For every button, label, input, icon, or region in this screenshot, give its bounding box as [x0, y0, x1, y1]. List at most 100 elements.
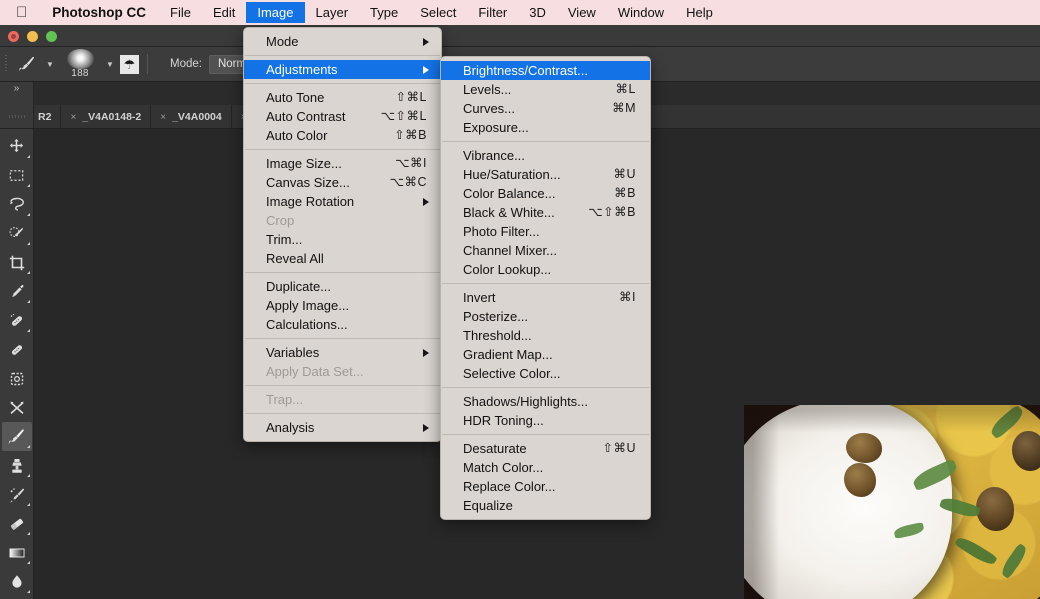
adjustments-menu-item-brightness-contrast[interactable]: Brightness/Contrast...	[441, 61, 650, 80]
patch-tool[interactable]	[2, 335, 32, 364]
adjustments-menu-item-black-white[interactable]: Black & White... ⌥⇧⌘B	[441, 203, 650, 222]
brush-panel-chevron-down-icon[interactable]: ▼	[102, 47, 118, 82]
menu-type[interactable]: Type	[359, 2, 409, 23]
move-tool[interactable]	[2, 132, 32, 161]
brush-size-preview[interactable]: 188	[58, 47, 102, 82]
menu-item-label: Reveal All	[266, 251, 324, 266]
crop-tool[interactable]	[2, 248, 32, 277]
image-menu-item-duplicate[interactable]: Duplicate...	[244, 277, 441, 296]
adjustments-menu-item-channel-mixer[interactable]: Channel Mixer...	[441, 241, 650, 260]
document-tab[interactable]: R2	[34, 105, 62, 128]
minimize-button[interactable]	[27, 31, 38, 42]
adjustments-menu-item-desaturate[interactable]: Desaturate ⇧⌘U	[441, 439, 650, 458]
menu-file[interactable]: File	[159, 2, 202, 23]
lasso-tool[interactable]	[2, 190, 32, 219]
history-brush-tool[interactable]	[2, 480, 32, 509]
rectangular-marquee-tool[interactable]	[2, 161, 32, 190]
image-menu-item-adjustments[interactable]: Adjustments	[244, 60, 441, 79]
menu-item-shortcut: ⌥⌘I	[395, 156, 427, 170]
menu-item-label: Auto Color	[266, 128, 328, 143]
menu-3d[interactable]: 3D	[518, 2, 557, 23]
eyedropper-tool[interactable]	[2, 277, 32, 306]
menu-item-label: Desaturate	[463, 441, 527, 456]
image-menu-item-auto-contrast[interactable]: Auto Contrast ⌥⇧⌘L	[244, 107, 441, 126]
adjustments-menu-item-shadows-highlights[interactable]: Shadows/Highlights...	[441, 392, 650, 411]
brush-preset-chevron-down-icon[interactable]: ▼	[42, 47, 58, 82]
toolbar-grip[interactable]	[0, 105, 34, 128]
adjustments-menu-item-threshold[interactable]: Threshold...	[441, 326, 650, 345]
zoom-button[interactable]	[46, 31, 57, 42]
menu-item-label: Invert	[463, 290, 496, 305]
adjustments-menu-item-equalize[interactable]: Equalize	[441, 496, 650, 515]
adjustments-menu-item-curves[interactable]: Curves... ⌘M	[441, 99, 650, 118]
menu-item-label: Image Size...	[266, 156, 342, 171]
pattern-stamp-tool[interactable]	[2, 364, 32, 393]
image-menu-item-mode[interactable]: Mode	[244, 32, 441, 51]
image-menu-item-auto-color[interactable]: Auto Color ⇧⌘B	[244, 126, 441, 145]
document-tab[interactable]: × _V4A0004	[151, 105, 232, 128]
image-menu-item-apply-image[interactable]: Apply Image...	[244, 296, 441, 315]
eraser-tool[interactable]	[2, 509, 32, 538]
adjustments-menu-item-invert[interactable]: Invert ⌘I	[441, 288, 650, 307]
adjustments-menu-item-replace-color[interactable]: Replace Color...	[441, 477, 650, 496]
quick-selection-tool[interactable]	[2, 219, 32, 248]
adjustments-menu-item-hdr-toning[interactable]: HDR Toning...	[441, 411, 650, 430]
plate-region	[744, 405, 952, 599]
image-menu-item-variables[interactable]: Variables	[244, 343, 441, 362]
close-button[interactable]	[8, 31, 19, 42]
apple-logo-icon[interactable]: 	[0, 5, 39, 20]
adjustments-menu-item-gradient-map[interactable]: Gradient Map...	[441, 345, 650, 364]
menu-image[interactable]: Image	[246, 2, 305, 23]
menu-filter[interactable]: Filter	[467, 2, 518, 23]
image-menu-item-image-rotation[interactable]: Image Rotation	[244, 192, 441, 211]
adjustments-menu-item-match-color[interactable]: Match Color...	[441, 458, 650, 477]
image-menu-item-auto-tone[interactable]: Auto Tone ⇧⌘L	[244, 88, 441, 107]
image-menu-item-calculations[interactable]: Calculations...	[244, 315, 441, 334]
image-menu-item-canvas-size[interactable]: Canvas Size... ⌥⌘C	[244, 173, 441, 192]
menu-window[interactable]: Window	[607, 2, 675, 23]
shuffle-tool[interactable]	[2, 393, 32, 422]
document-tab[interactable]: × _V4A0148‑2	[61, 105, 152, 128]
menu-separator	[442, 283, 649, 284]
adjustments-menu-item-vibrance[interactable]: Vibrance...	[441, 146, 650, 165]
brush-tool-icon[interactable]	[12, 47, 42, 82]
options-bar-grip[interactable]	[0, 47, 12, 82]
adjustments-menu-item-color-balance[interactable]: Color Balance... ⌘B	[441, 184, 650, 203]
adjustments-submenu-dropdown[interactable]: Brightness/Contrast... Levels... ⌘L Curves.…	[440, 56, 651, 520]
menu-select[interactable]: Select	[409, 2, 467, 23]
adjustments-menu-item-photo-filter[interactable]: Photo Filter...	[441, 222, 650, 241]
blur-tool[interactable]	[2, 567, 32, 596]
image-menu-item-analysis[interactable]: Analysis	[244, 418, 441, 437]
adjustments-menu-item-exposure[interactable]: Exposure...	[441, 118, 650, 137]
menu-layer[interactable]: Layer	[305, 2, 360, 23]
image-menu-item-trim[interactable]: Trim...	[244, 230, 441, 249]
adjustments-menu-item-levels[interactable]: Levels... ⌘L	[441, 80, 650, 99]
adjustments-menu-item-color-lookup[interactable]: Color Lookup...	[441, 260, 650, 279]
adjustments-menu-item-hue-saturation[interactable]: Hue/Saturation... ⌘U	[441, 165, 650, 184]
spot-healing-brush-tool[interactable]	[2, 306, 32, 335]
panel-expand-button[interactable]: »	[0, 82, 34, 105]
menu-edit[interactable]: Edit	[202, 2, 246, 23]
gradient-tool[interactable]	[2, 538, 32, 567]
menu-separator	[245, 55, 440, 56]
menu-help[interactable]: Help	[675, 2, 724, 23]
menu-separator	[245, 338, 440, 339]
menu-item-label: Canvas Size...	[266, 175, 350, 190]
menu-item-label: Calculations...	[266, 317, 348, 332]
app-name-label[interactable]: Photoshop CC	[39, 5, 159, 20]
menu-item-label: Equalize	[463, 498, 513, 513]
adjustments-menu-item-posterize[interactable]: Posterize...	[441, 307, 650, 326]
clone-stamp-tool[interactable]	[2, 451, 32, 480]
pasta-ravioli-photo[interactable]	[744, 405, 1040, 599]
adjustments-menu-item-selective-color[interactable]: Selective Color...	[441, 364, 650, 383]
brush-tool[interactable]	[1, 422, 32, 451]
close-tab-icon[interactable]: ×	[160, 112, 166, 123]
menu-item-label: Auto Contrast	[266, 109, 346, 124]
airbrush-icon[interactable]: ☂	[120, 54, 139, 74]
menu-item-label: Exposure...	[463, 120, 529, 135]
menu-view[interactable]: View	[557, 2, 607, 23]
close-tab-icon[interactable]: ×	[70, 112, 76, 123]
image-menu-dropdown[interactable]: Mode Adjustments Auto Tone ⇧⌘L Auto Contrast…	[243, 27, 442, 442]
image-menu-item-reveal-all[interactable]: Reveal All	[244, 249, 441, 268]
image-menu-item-image-size[interactable]: Image Size... ⌥⌘I	[244, 154, 441, 173]
